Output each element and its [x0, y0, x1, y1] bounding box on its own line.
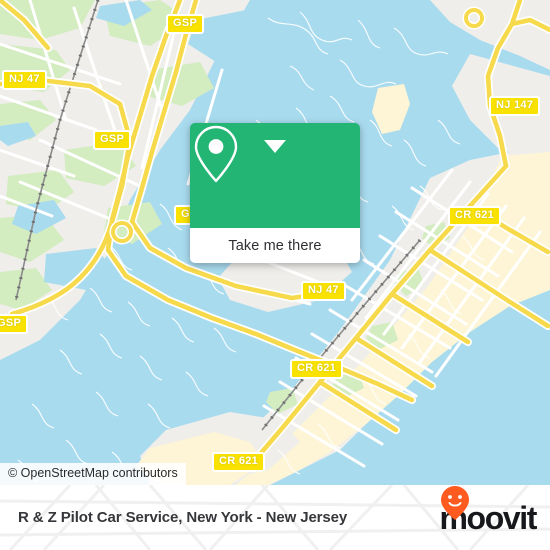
- road-shield-nj147[interactable]: NJ 147: [489, 96, 541, 116]
- road-shield-gsp-north[interactable]: GSP: [166, 14, 205, 34]
- popup-pointer-tail: [264, 140, 286, 153]
- take-me-there-label: Take me there: [228, 237, 322, 254]
- osm-attribution[interactable]: © OpenStreetMap contributors: [0, 463, 186, 485]
- moovit-brand[interactable]: moovit: [440, 485, 537, 550]
- road-shield-gsp-mid[interactable]: GSP: [93, 130, 132, 150]
- footer-bar: R & Z Pilot Car Service, New York - New …: [0, 485, 550, 550]
- map-canvas[interactable]: GSP NJ 47 GSP NJ 147 CR 621 NJ 47 CR 621…: [0, 0, 550, 485]
- road-shield-cr621-mid[interactable]: CR 621: [290, 359, 344, 379]
- road-shield-cr621-south[interactable]: CR 621: [212, 452, 266, 472]
- road-shield-nj47-west[interactable]: NJ 47: [2, 70, 47, 90]
- popup-action-bar[interactable]: Take me there: [190, 228, 360, 263]
- moovit-smiley-pin-icon: [440, 486, 469, 520]
- road-shield-cr621-north[interactable]: CR 621: [448, 206, 502, 226]
- road-shield-gsp-southwest[interactable]: GSP: [0, 314, 29, 334]
- popup-header: [190, 123, 360, 228]
- map-pin-icon: [194, 125, 238, 183]
- place-title: R & Z Pilot Car Service, New York - New …: [18, 509, 348, 526]
- map-screenshot: GSP NJ 47 GSP NJ 147 CR 621 NJ 47 CR 621…: [0, 0, 550, 550]
- road-shield-nj47-south[interactable]: NJ 47: [301, 281, 346, 301]
